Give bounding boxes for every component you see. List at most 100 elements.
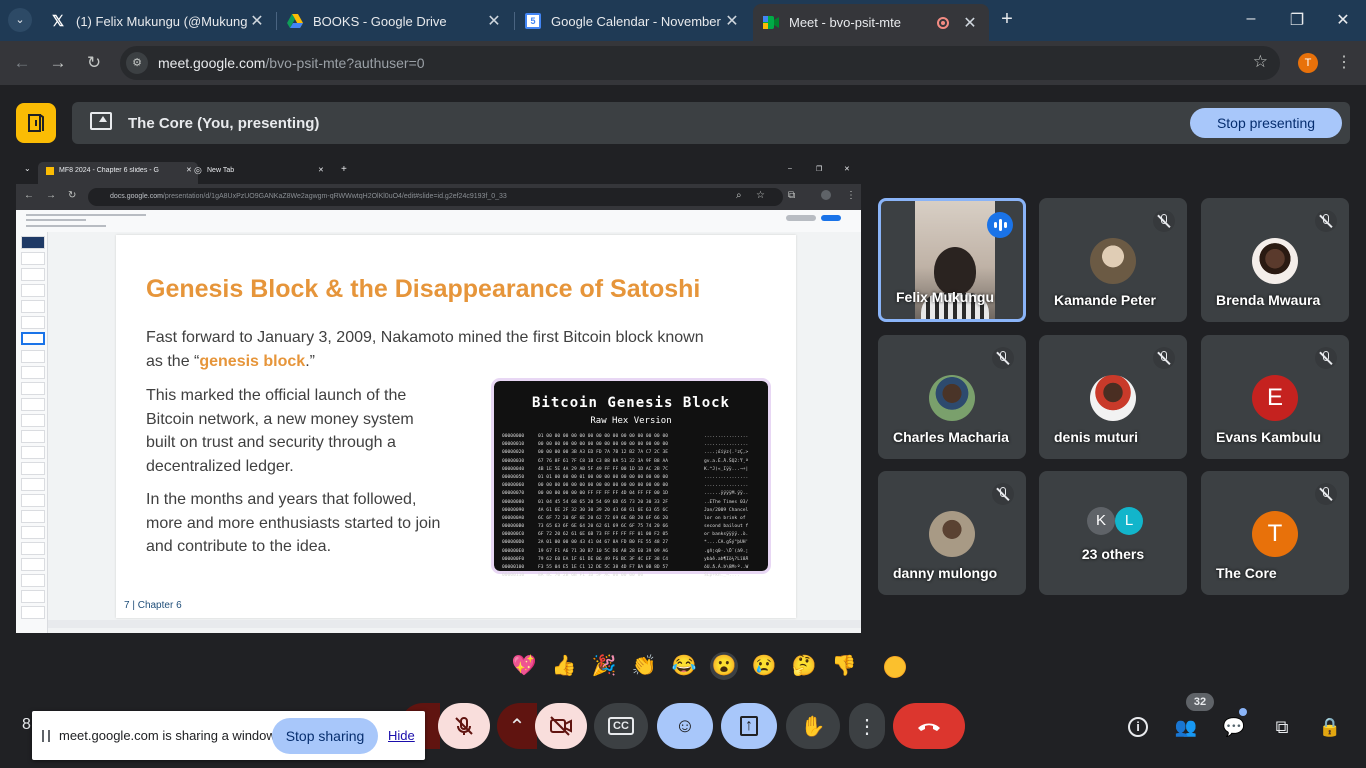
minimize-icon[interactable]: – xyxy=(1241,10,1261,28)
hex-row: 00000030 67 76 8F 61 7F C8 1B C3 88 8A 51… xyxy=(502,458,749,464)
captions-button[interactable]: CC xyxy=(594,703,648,749)
reaction-laugh[interactable]: 😂 xyxy=(670,652,698,680)
window-close-icon[interactable]: ✕ xyxy=(1333,10,1353,30)
more-vert-icon: ⋮ xyxy=(857,715,877,738)
new-tab-button[interactable]: + xyxy=(996,8,1018,32)
profile-avatar[interactable]: T xyxy=(1298,53,1318,73)
shared-reload-icon: ↻ xyxy=(68,190,77,201)
slide-thumbnail xyxy=(21,382,45,395)
close-tab-icon[interactable]: ✕ xyxy=(723,11,741,31)
mic-off-icon xyxy=(992,483,1014,505)
slide-paragraph-2: This marked the official launch of the B… xyxy=(146,387,414,475)
reaction-party[interactable]: 🎉 xyxy=(590,652,618,680)
reaction-thumbs-down[interactable]: 👎 xyxy=(830,652,858,680)
shared-close-icon: ✕ xyxy=(844,166,850,173)
tab-title: (1) Felix Mukungu (@Mukungu xyxy=(76,13,248,29)
camera-button[interactable] xyxy=(535,703,587,749)
close-tab-icon[interactable]: ✕ xyxy=(248,11,266,31)
reaction-sad[interactable]: 😢 xyxy=(750,652,778,680)
recording-icon xyxy=(937,16,949,29)
participant-tile-brenda[interactable]: Brenda Mwaura xyxy=(1201,198,1349,322)
participant-tile-felix[interactable]: Felix Mukungu xyxy=(878,198,1026,322)
participant-tile-others[interactable]: K L 23 others xyxy=(1039,471,1187,595)
slide-thumbnail xyxy=(21,252,45,265)
back-arrow-icon[interactable]: ← xyxy=(10,51,34,75)
participant-name: denis muturi xyxy=(1054,429,1139,445)
reaction-heart[interactable]: 💖 xyxy=(510,652,538,680)
participant-tile-danny[interactable]: danny mulongo xyxy=(878,471,1026,595)
slide-thumbnail xyxy=(21,236,45,249)
chat-button[interactable]: 💬 xyxy=(1221,714,1247,740)
reaction-thinking[interactable]: 🤔 xyxy=(790,652,818,680)
meeting-details-button[interactable]: i xyxy=(1125,714,1151,740)
reaction-surprised[interactable]: 😮 xyxy=(710,652,738,680)
presenting-bar: The Core (You, presenting) Stop presenti… xyxy=(72,102,1350,144)
participant-tile-kamande[interactable]: Kamande Peter xyxy=(1039,198,1187,322)
slide-thumbnail xyxy=(21,316,45,329)
mic-off-icon xyxy=(1315,210,1337,232)
browser-tab-calendar[interactable]: 5 Google Calendar - November 2024 ✕ xyxy=(515,6,751,36)
participant-tile-evans[interactable]: E Evans Kambulu xyxy=(1201,335,1349,459)
reaction-clap[interactable]: 👏 xyxy=(630,652,658,680)
sharing-notification: meet.google.com is sharing a window. Sto… xyxy=(32,711,425,760)
tab-search-icon[interactable]: ⌄ xyxy=(8,8,32,32)
participant-tile-charles[interactable]: Charles Macharia xyxy=(878,335,1026,459)
slide-canvas: Genesis Block & the Disappearance of Sat… xyxy=(116,235,796,618)
people-button[interactable]: 👥 xyxy=(1173,714,1199,740)
shared-address-bar: docs.google.com/presentation/d/1gA8UxPzU… xyxy=(88,188,783,206)
stop-sharing-button[interactable]: Stop sharing xyxy=(272,718,378,754)
browser-tab-strip: ⌄ 𝕏 (1) Felix Mukungu (@Mukungu ✕ BOOKS … xyxy=(0,0,1366,41)
mic-off-icon xyxy=(455,717,473,735)
shared-zoom-icon: ⌕ xyxy=(736,190,742,201)
browser-tab-meet[interactable]: Meet - bvo-psit-mte ✕ xyxy=(753,4,989,41)
slide-thumbnail xyxy=(21,494,45,507)
more-options-button[interactable]: ⋮ xyxy=(849,703,885,749)
video-options-button[interactable]: ⌃ xyxy=(497,703,537,749)
shared-close-tab-icon: ✕ xyxy=(186,167,192,174)
lock-person-icon: 🔒 xyxy=(1318,716,1342,737)
activities-button[interactable]: ⧉ xyxy=(1269,714,1295,740)
slide-thumbnail xyxy=(21,430,45,443)
reactions-button[interactable]: ☺ xyxy=(657,703,713,749)
shared-close-tab-icon: ✕ xyxy=(318,167,324,174)
mic-off-icon xyxy=(1153,347,1175,369)
raise-hand-button[interactable]: ✋ xyxy=(786,703,840,749)
site-info-icon[interactable]: ⚙ xyxy=(126,52,148,74)
reaction-thumbs-up[interactable]: 👍 xyxy=(550,652,578,680)
hex-row: 00000000 01 00 00 00 00 00 00 00 00 00 00… xyxy=(502,434,749,439)
restore-icon[interactable]: ❐ xyxy=(1287,10,1307,30)
participant-tile-denis[interactable]: denis muturi xyxy=(1039,335,1187,459)
chrome-favicon-icon: ◎ xyxy=(194,165,202,175)
browser-menu-icon[interactable]: ⋮ xyxy=(1336,52,1352,72)
close-tab-icon[interactable]: ✕ xyxy=(961,13,979,33)
address-bar[interactable]: ⚙ meet.google.com/bvo-psit-mte?authuser=… xyxy=(120,46,1280,80)
others-count: 23 others xyxy=(1081,546,1145,562)
slide-title: Genesis Block & the Disappearance of Sat… xyxy=(146,275,701,303)
browser-tab-x[interactable]: 𝕏 (1) Felix Mukungu (@Mukungu ✕ xyxy=(40,6,276,36)
participant-tile-the-core[interactable]: T The Core xyxy=(1201,471,1349,595)
present-button[interactable]: ↑ xyxy=(721,703,777,749)
skin-tone-picker-icon[interactable] xyxy=(884,656,906,678)
shared-toolbar: ← → ↻ docs.google.com/presentation/d/1gA… xyxy=(16,184,861,210)
shared-forward-icon: → xyxy=(46,190,56,201)
close-tab-icon[interactable]: ✕ xyxy=(485,11,503,31)
mic-off-icon xyxy=(1315,483,1337,505)
hide-link[interactable]: Hide xyxy=(388,728,415,743)
leave-call-button[interactable] xyxy=(893,703,965,749)
host-controls-button[interactable]: 🔒 xyxy=(1317,714,1343,740)
bookmark-star-icon[interactable]: ☆ xyxy=(1253,52,1268,72)
camera-off-icon xyxy=(550,716,572,736)
slide-thumbnail xyxy=(21,462,45,475)
browser-tab-drive[interactable]: BOOKS - Google Drive ✕ xyxy=(277,6,513,36)
microphone-button[interactable] xyxy=(438,703,490,749)
captions-icon: CC xyxy=(608,717,634,735)
slides-notes-bar xyxy=(48,620,861,628)
stop-presenting-button[interactable]: Stop presenting xyxy=(1190,108,1342,138)
activities-icon: ⧉ xyxy=(1275,716,1289,737)
reload-icon[interactable]: ↻ xyxy=(82,51,106,75)
participant-avatar xyxy=(929,511,975,557)
forward-arrow-icon[interactable]: → xyxy=(46,51,70,75)
google-calendar-icon: 5 xyxy=(525,13,541,29)
participant-initial: L xyxy=(1115,507,1143,535)
participant-name: Felix Mukungu xyxy=(896,289,994,305)
